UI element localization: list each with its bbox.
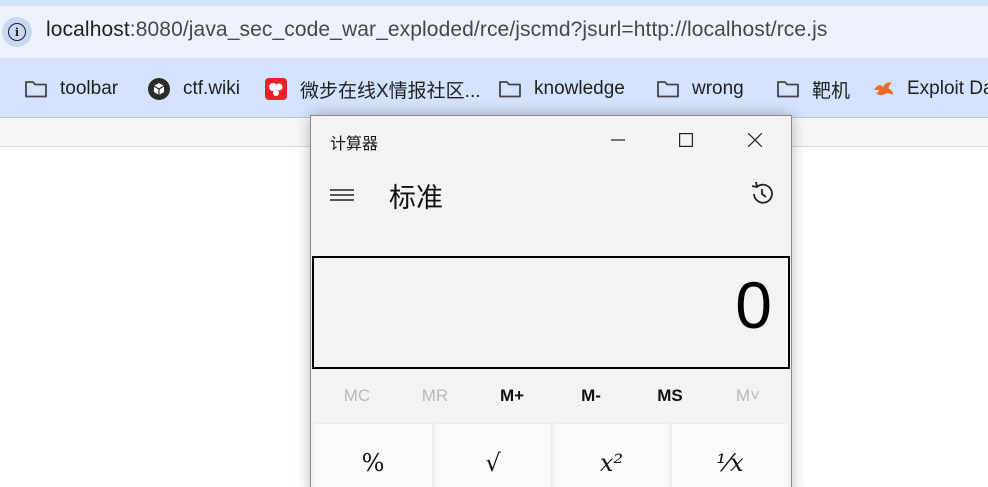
minimize-icon <box>611 139 625 141</box>
hamburger-icon <box>330 189 354 201</box>
bookmark-label: 微步在线X情报社区... <box>300 80 481 102</box>
close-button[interactable] <box>732 122 778 158</box>
omnibox[interactable]: i localhost:8080/java_sec_code_war_explo… <box>0 6 988 58</box>
bookmark-label: knowledge <box>534 78 625 99</box>
maximize-button[interactable] <box>663 122 709 158</box>
exploitdb-icon <box>871 77 895 101</box>
bookmark-label: Exploit Da <box>907 78 988 99</box>
percent-button[interactable]: % <box>313 423 433 487</box>
url-path: :8080/java_sec_code_war_exploded/rce/jsc… <box>129 18 828 41</box>
memory-add-button[interactable]: M+ <box>473 386 551 406</box>
calculator-mode-title: 标准 <box>389 183 443 214</box>
bookmark-threatbook[interactable]: 微步在线X情报社区... <box>264 76 481 102</box>
browser-window: i localhost:8080/java_sec_code_war_explo… <box>0 0 988 487</box>
folder-icon <box>776 77 800 101</box>
result-display: 0 <box>312 256 790 369</box>
memory-row: MC MR M+ M- MS M˅ <box>311 372 791 422</box>
history-button[interactable] <box>747 179 777 209</box>
bookmark-label: ctf.wiki <box>183 78 240 99</box>
url-field[interactable]: localhost:8080/java_sec_code_war_explode… <box>46 18 827 42</box>
bookmark-label: toolbar <box>60 78 119 99</box>
square-button[interactable]: x² <box>553 423 670 487</box>
memory-recall-button[interactable]: MR <box>396 386 474 406</box>
reciprocal-button[interactable]: ¹⁄x <box>671 423 789 487</box>
url-host: localhost <box>46 18 130 41</box>
info-icon: i <box>8 23 26 41</box>
bookmark-label: 靶机 <box>812 80 851 102</box>
maximize-icon <box>679 133 693 147</box>
memory-clear-button[interactable]: MC <box>318 386 396 406</box>
memory-store-button[interactable]: MS <box>631 386 709 406</box>
bookmark-label: wrong <box>692 78 744 99</box>
window-title: 计算器 <box>330 134 379 153</box>
history-icon <box>751 181 773 204</box>
bookmark-exploitdb[interactable]: Exploit Da <box>871 76 988 102</box>
bookmark-wrong[interactable]: wrong <box>656 76 744 102</box>
memory-subtract-button[interactable]: M- <box>552 386 630 406</box>
bookmark-knowledge[interactable]: knowledge <box>498 76 625 102</box>
memory-list-button[interactable]: M˅ <box>709 386 787 406</box>
folder-icon <box>24 77 48 101</box>
bookmark-toolbar[interactable]: toolbar <box>24 76 118 102</box>
site-info-button[interactable]: i <box>2 17 32 47</box>
address-bar-area: i localhost:8080/java_sec_code_war_explo… <box>0 0 988 62</box>
ctfwiki-icon <box>147 77 171 101</box>
bookmarks-bar: toolbar ctf.wiki 微步在线X情报社区... knowledge … <box>0 62 988 118</box>
bookmark-ctfwiki[interactable]: ctf.wiki <box>147 76 240 102</box>
navigation-menu-button[interactable] <box>327 180 357 210</box>
close-icon <box>748 133 762 147</box>
calculator-window: 计算器 标准 0 MC MR M+ M- MS M˅ % √ x² ¹⁄x <box>310 115 792 487</box>
display-value: 0 <box>735 268 772 342</box>
folder-icon <box>498 77 522 101</box>
bookmark-target[interactable]: 靶机 <box>776 76 850 102</box>
folder-icon <box>656 77 680 101</box>
threatbook-icon <box>264 77 288 101</box>
function-key-row: % √ x² ¹⁄x <box>313 423 789 487</box>
square-root-button[interactable]: √ <box>434 423 552 487</box>
minimize-button[interactable] <box>595 122 641 158</box>
